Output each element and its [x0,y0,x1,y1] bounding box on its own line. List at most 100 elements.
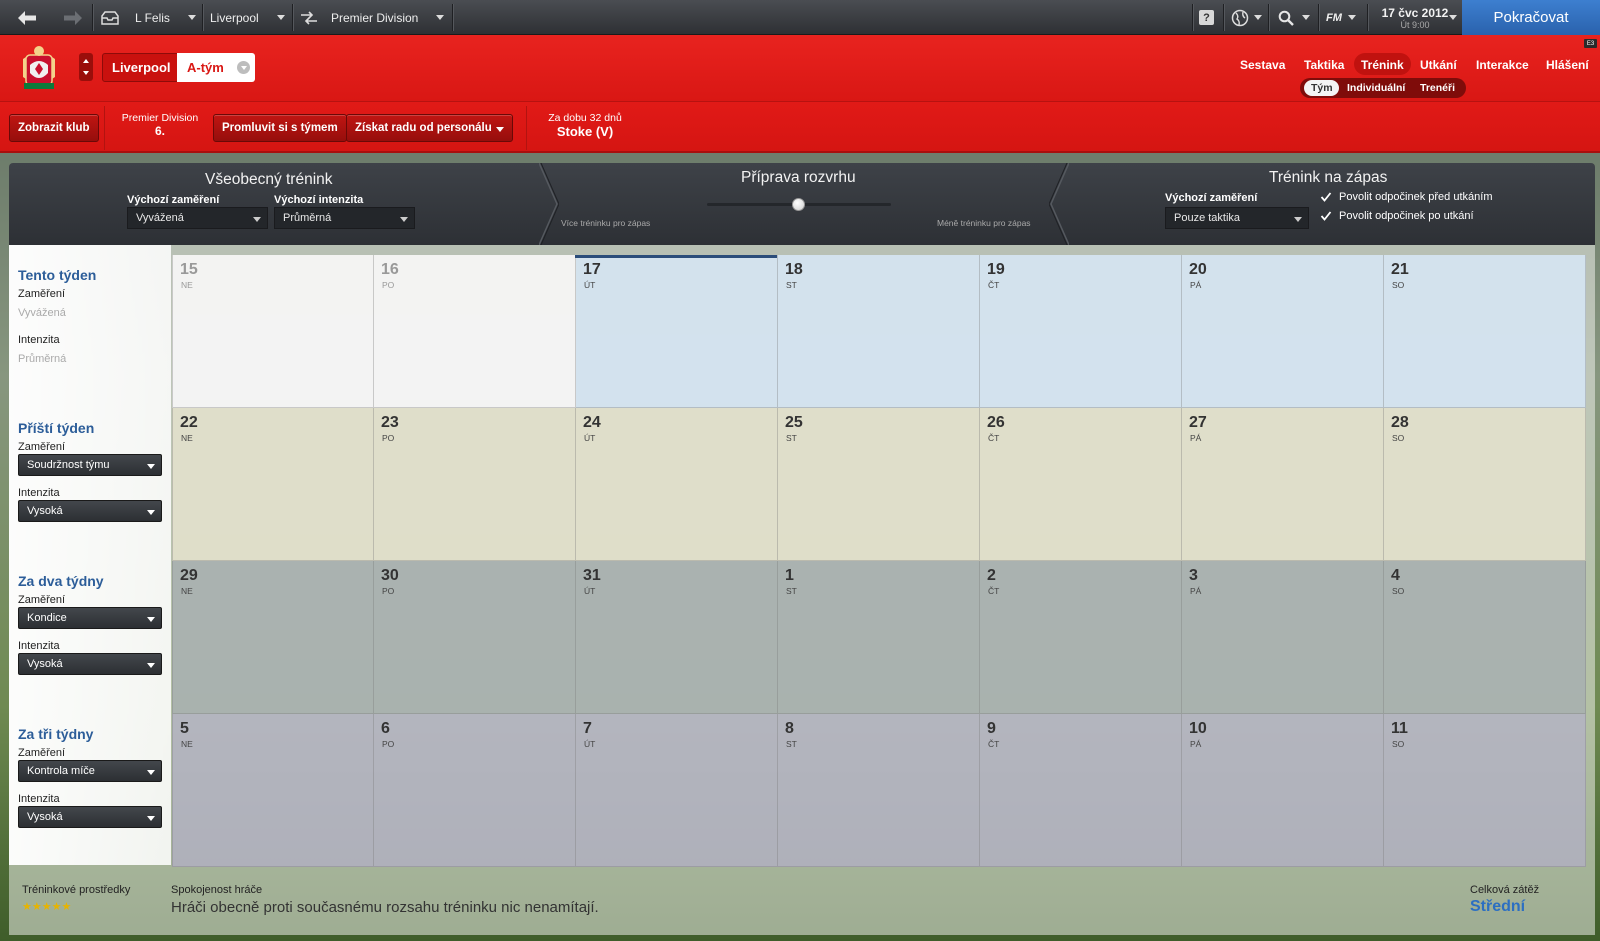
nav-trenink[interactable]: Trénink [1361,58,1404,72]
chevron-down-icon [147,510,155,515]
schedule-slider-thumb[interactable] [792,198,805,211]
calendar-day-cell[interactable]: 28 SO [1384,408,1586,561]
general-focus-value: Vyvážená [136,212,184,224]
day-name: SO [1392,433,1405,443]
continue-button[interactable]: Pokračovat [1462,0,1600,35]
calendar-day-cell[interactable]: 29 NE [172,561,374,714]
day-name: ČT [988,433,1000,443]
club-tab[interactable]: Liverpool [102,53,181,82]
week-focus-select[interactable]: Soudržnost týmu [18,454,162,476]
world-menu[interactable] [1231,0,1262,35]
fm-logo-icon: FM [1326,11,1342,24]
league-name: Premier Division [121,112,199,124]
team-tab[interactable]: A-tým [177,53,255,82]
staff-advice-button[interactable]: Získat radu od personálu [346,114,513,142]
calendar-day-cell[interactable]: 20 PÁ [1182,255,1384,408]
next-match-label: Za dobu 32 dnů [548,112,622,124]
calendar-day-cell[interactable]: 26 ČT [980,408,1182,561]
calendar-day-cell[interactable]: 6 PO [374,714,576,867]
subnav-treneri[interactable]: Trenéři [1420,82,1455,94]
nav-taktika[interactable]: Taktika [1304,58,1344,72]
calendar-day-cell[interactable]: 23 PO [374,408,576,561]
date-dropdown[interactable] [1449,0,1457,35]
competition-switch-button[interactable] [300,0,318,35]
search-icon [1278,10,1294,26]
search-menu[interactable] [1278,0,1310,35]
nav-sestava[interactable]: Sestava [1240,58,1285,72]
nav-hlaseni[interactable]: Hlášení [1546,58,1589,72]
week-focus-select-value: Soudržnost týmu [27,459,110,471]
talk-to-team-button[interactable]: Promluvit si s týmem [213,114,347,142]
workload-value[interactable]: Střední [1470,898,1525,916]
week-focus-label: Zaměření [18,594,66,606]
subnav-individualni[interactable]: Individuální [1347,82,1405,94]
competition-dropdown[interactable] [436,0,444,35]
rest-before-checkbox[interactable]: Povolit odpočinek před utkáním [1320,191,1492,203]
back-button[interactable] [16,0,38,35]
calendar-day-cell[interactable]: 9 ČT [980,714,1182,867]
calendar-day-cell[interactable]: 11 SO [1384,714,1586,867]
inbox-button[interactable] [100,0,120,35]
week-intensity-select[interactable]: Vysoká [18,653,162,675]
view-club-label: Zobrazit klub [18,122,90,134]
week-intensity-select-value: Vysoká [27,811,63,823]
checkmark-icon [1320,192,1332,202]
calendar-day-cell[interactable]: 19 ČT [980,255,1182,408]
match-focus-select[interactable]: Pouze taktika [1165,207,1309,229]
calendar-day-cell[interactable]: 18 ST [778,255,980,408]
team-switcher[interactable] [79,53,93,81]
club-crest[interactable] [20,43,58,93]
calendar-day-cell[interactable]: 31 ÚT [576,561,778,714]
team-dropdown-icon[interactable] [237,61,250,74]
competition-menu[interactable]: Premier Division [331,0,418,35]
general-intensity-select[interactable]: Průměrná [274,207,415,229]
general-focus-select[interactable]: Vyvážená [127,207,268,229]
calendar-day-cell[interactable]: 21 SO [1384,255,1586,408]
calendar-day-cell[interactable]: 7 ÚT [576,714,778,867]
calendar-day-cell[interactable]: 4 SO [1384,561,1586,714]
week-intensity-select-value: Vysoká [27,658,63,670]
week-intensity-select[interactable]: Vysoká [18,500,162,522]
view-club-button[interactable]: Zobrazit klub [9,114,99,142]
calendar-day-cell[interactable]: 24 ÚT [576,408,778,561]
league-position[interactable]: Premier Division 6. [116,112,204,138]
help-button[interactable]: ? [1199,0,1214,35]
calendar-day-cell[interactable]: 1 ST [778,561,980,714]
day-name: ÚT [584,280,596,290]
calendar-day-cell[interactable]: 30 PO [374,561,576,714]
calendar-day-cell[interactable]: 17 ÚT [576,255,778,408]
calendar-day-cell[interactable]: 2 ČT [980,561,1182,714]
calendar-day-cell[interactable]: 25 ST [778,408,980,561]
rest-after-checkbox[interactable]: Povolit odpočinek po utkání [1320,210,1474,222]
manager-menu[interactable]: L Felis [135,0,170,35]
calendar-day-cell[interactable]: 22 NE [172,408,374,561]
nav-interakce[interactable]: Interakce [1476,58,1529,72]
week-focus-select[interactable]: Kontrola míče [18,760,162,782]
date-display[interactable]: 17 čvc 2012 Út 9:00 [1375,0,1455,35]
week-intensity-select-value: Vysoká [27,505,63,517]
calendar-day-cell[interactable]: 16 PO [374,255,576,408]
calendar-day-cell[interactable]: 15 NE [172,255,374,408]
week-focus-select[interactable]: Kondice [18,607,162,629]
fm-menu[interactable]: FM [1326,0,1356,35]
week-intensity-select[interactable]: Vysoká [18,806,162,828]
subnav-tym[interactable]: Tým [1311,82,1333,94]
calendar-day-cell[interactable]: 27 PÁ [1182,408,1384,561]
nav-utkani[interactable]: Utkání [1420,58,1457,72]
calendar-day-cell[interactable]: 3 PÁ [1182,561,1384,714]
club-menu[interactable]: Liverpool [210,0,259,35]
club-dropdown[interactable] [277,0,285,35]
calendar-day-cell[interactable]: 8 ST [778,714,980,867]
week-focus-label: Zaměření [18,441,66,453]
satisfaction-text: Hráči obecně proti současnému rozsahu tr… [171,899,599,916]
manager-dropdown[interactable] [188,0,196,35]
next-match[interactable]: Za dobu 32 dnů Stoke (V) [545,112,625,139]
rest-before-label: Povolit odpočinek před utkáním [1339,191,1493,203]
calendar-day-cell[interactable]: 10 PÁ [1182,714,1384,867]
day-name: PÁ [1190,586,1202,596]
chevron-down-icon [1302,15,1310,20]
calendar-day-cell[interactable]: 5 NE [172,714,374,867]
manager-name: L Felis [135,10,170,25]
match-focus-value: Pouze taktika [1174,212,1241,224]
forward-button[interactable] [62,0,84,35]
